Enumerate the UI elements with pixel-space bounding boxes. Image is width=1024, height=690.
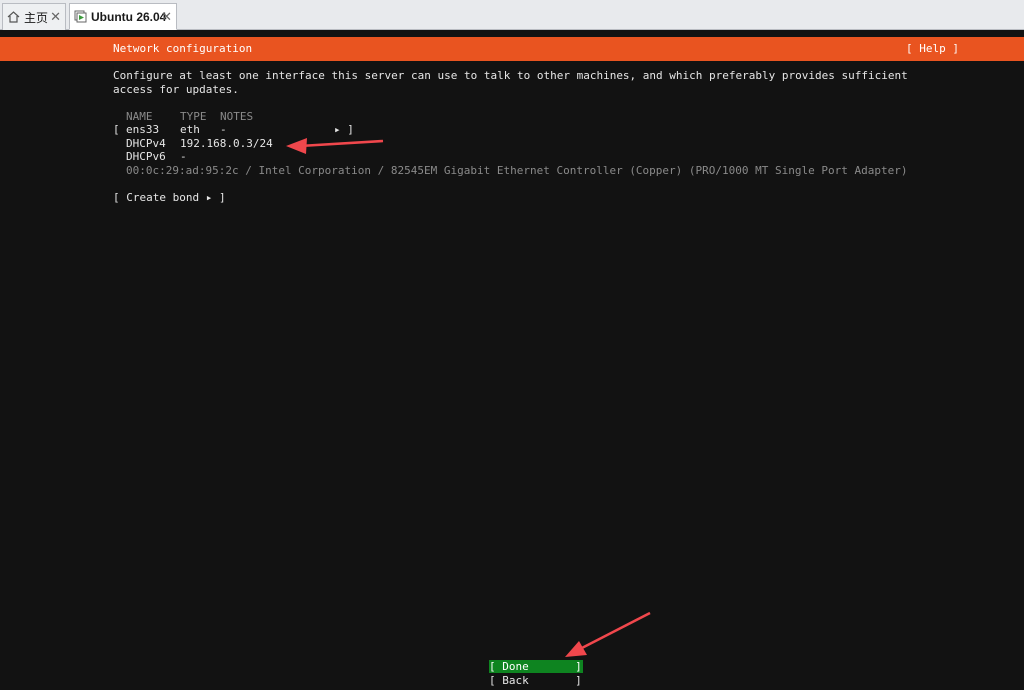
interface-details: 00:0c:29:ad:95:2c / Intel Corporation / … xyxy=(126,164,908,177)
browser-tab-bar: 主页 ✕ Ubuntu 26.04 ✕ xyxy=(0,0,1024,30)
column-header-name: NAME xyxy=(126,110,153,123)
column-header-notes: NOTES xyxy=(220,110,254,123)
column-header-type: TYPE xyxy=(180,110,207,123)
back-button[interactable]: [ Back ] xyxy=(489,674,583,687)
interface-open-bracket: [ xyxy=(113,123,120,136)
installer-screen: Network configuration [ Help ] Configure… xyxy=(0,30,1024,690)
interface-menu-marker[interactable]: ▸ ] xyxy=(334,123,354,136)
create-bond-button[interactable]: [ Create bond ▸ ] xyxy=(113,191,226,204)
interface-notes: - xyxy=(220,123,227,136)
intro-text-line1: Configure at least one interface this se… xyxy=(113,69,908,82)
tab-ubuntu[interactable]: Ubuntu 26.04 ✕ xyxy=(69,3,177,30)
interface-type: eth xyxy=(180,123,200,136)
done-button-label: [ Done ] xyxy=(489,660,582,673)
intro-text-line2: access for updates. xyxy=(113,83,239,96)
done-button[interactable]: [ Done ] xyxy=(489,660,583,673)
back-button-label: [ Back ] xyxy=(489,674,582,687)
close-icon[interactable]: ✕ xyxy=(50,9,61,25)
dhcpv4-label: DHCPv4 xyxy=(126,137,166,150)
dhcpv4-value: 192.168.0.3/24 xyxy=(180,137,273,150)
tab-home-label: 主页 xyxy=(24,10,49,25)
tab-ubuntu-label: Ubuntu 26.04 xyxy=(91,9,167,24)
dhcpv6-value: - xyxy=(180,150,187,163)
help-button[interactable]: [ Help ] xyxy=(906,42,959,55)
interface-name: ens33 xyxy=(126,123,160,136)
tab-home[interactable]: 主页 ✕ xyxy=(2,3,66,30)
header-bar: Network configuration [ Help ] xyxy=(0,37,1024,61)
home-icon xyxy=(7,11,20,23)
vm-icon xyxy=(74,10,87,23)
page-title: Network configuration xyxy=(113,42,253,55)
dhcpv6-label: DHCPv6 xyxy=(126,150,166,163)
close-icon[interactable]: ✕ xyxy=(161,9,172,25)
